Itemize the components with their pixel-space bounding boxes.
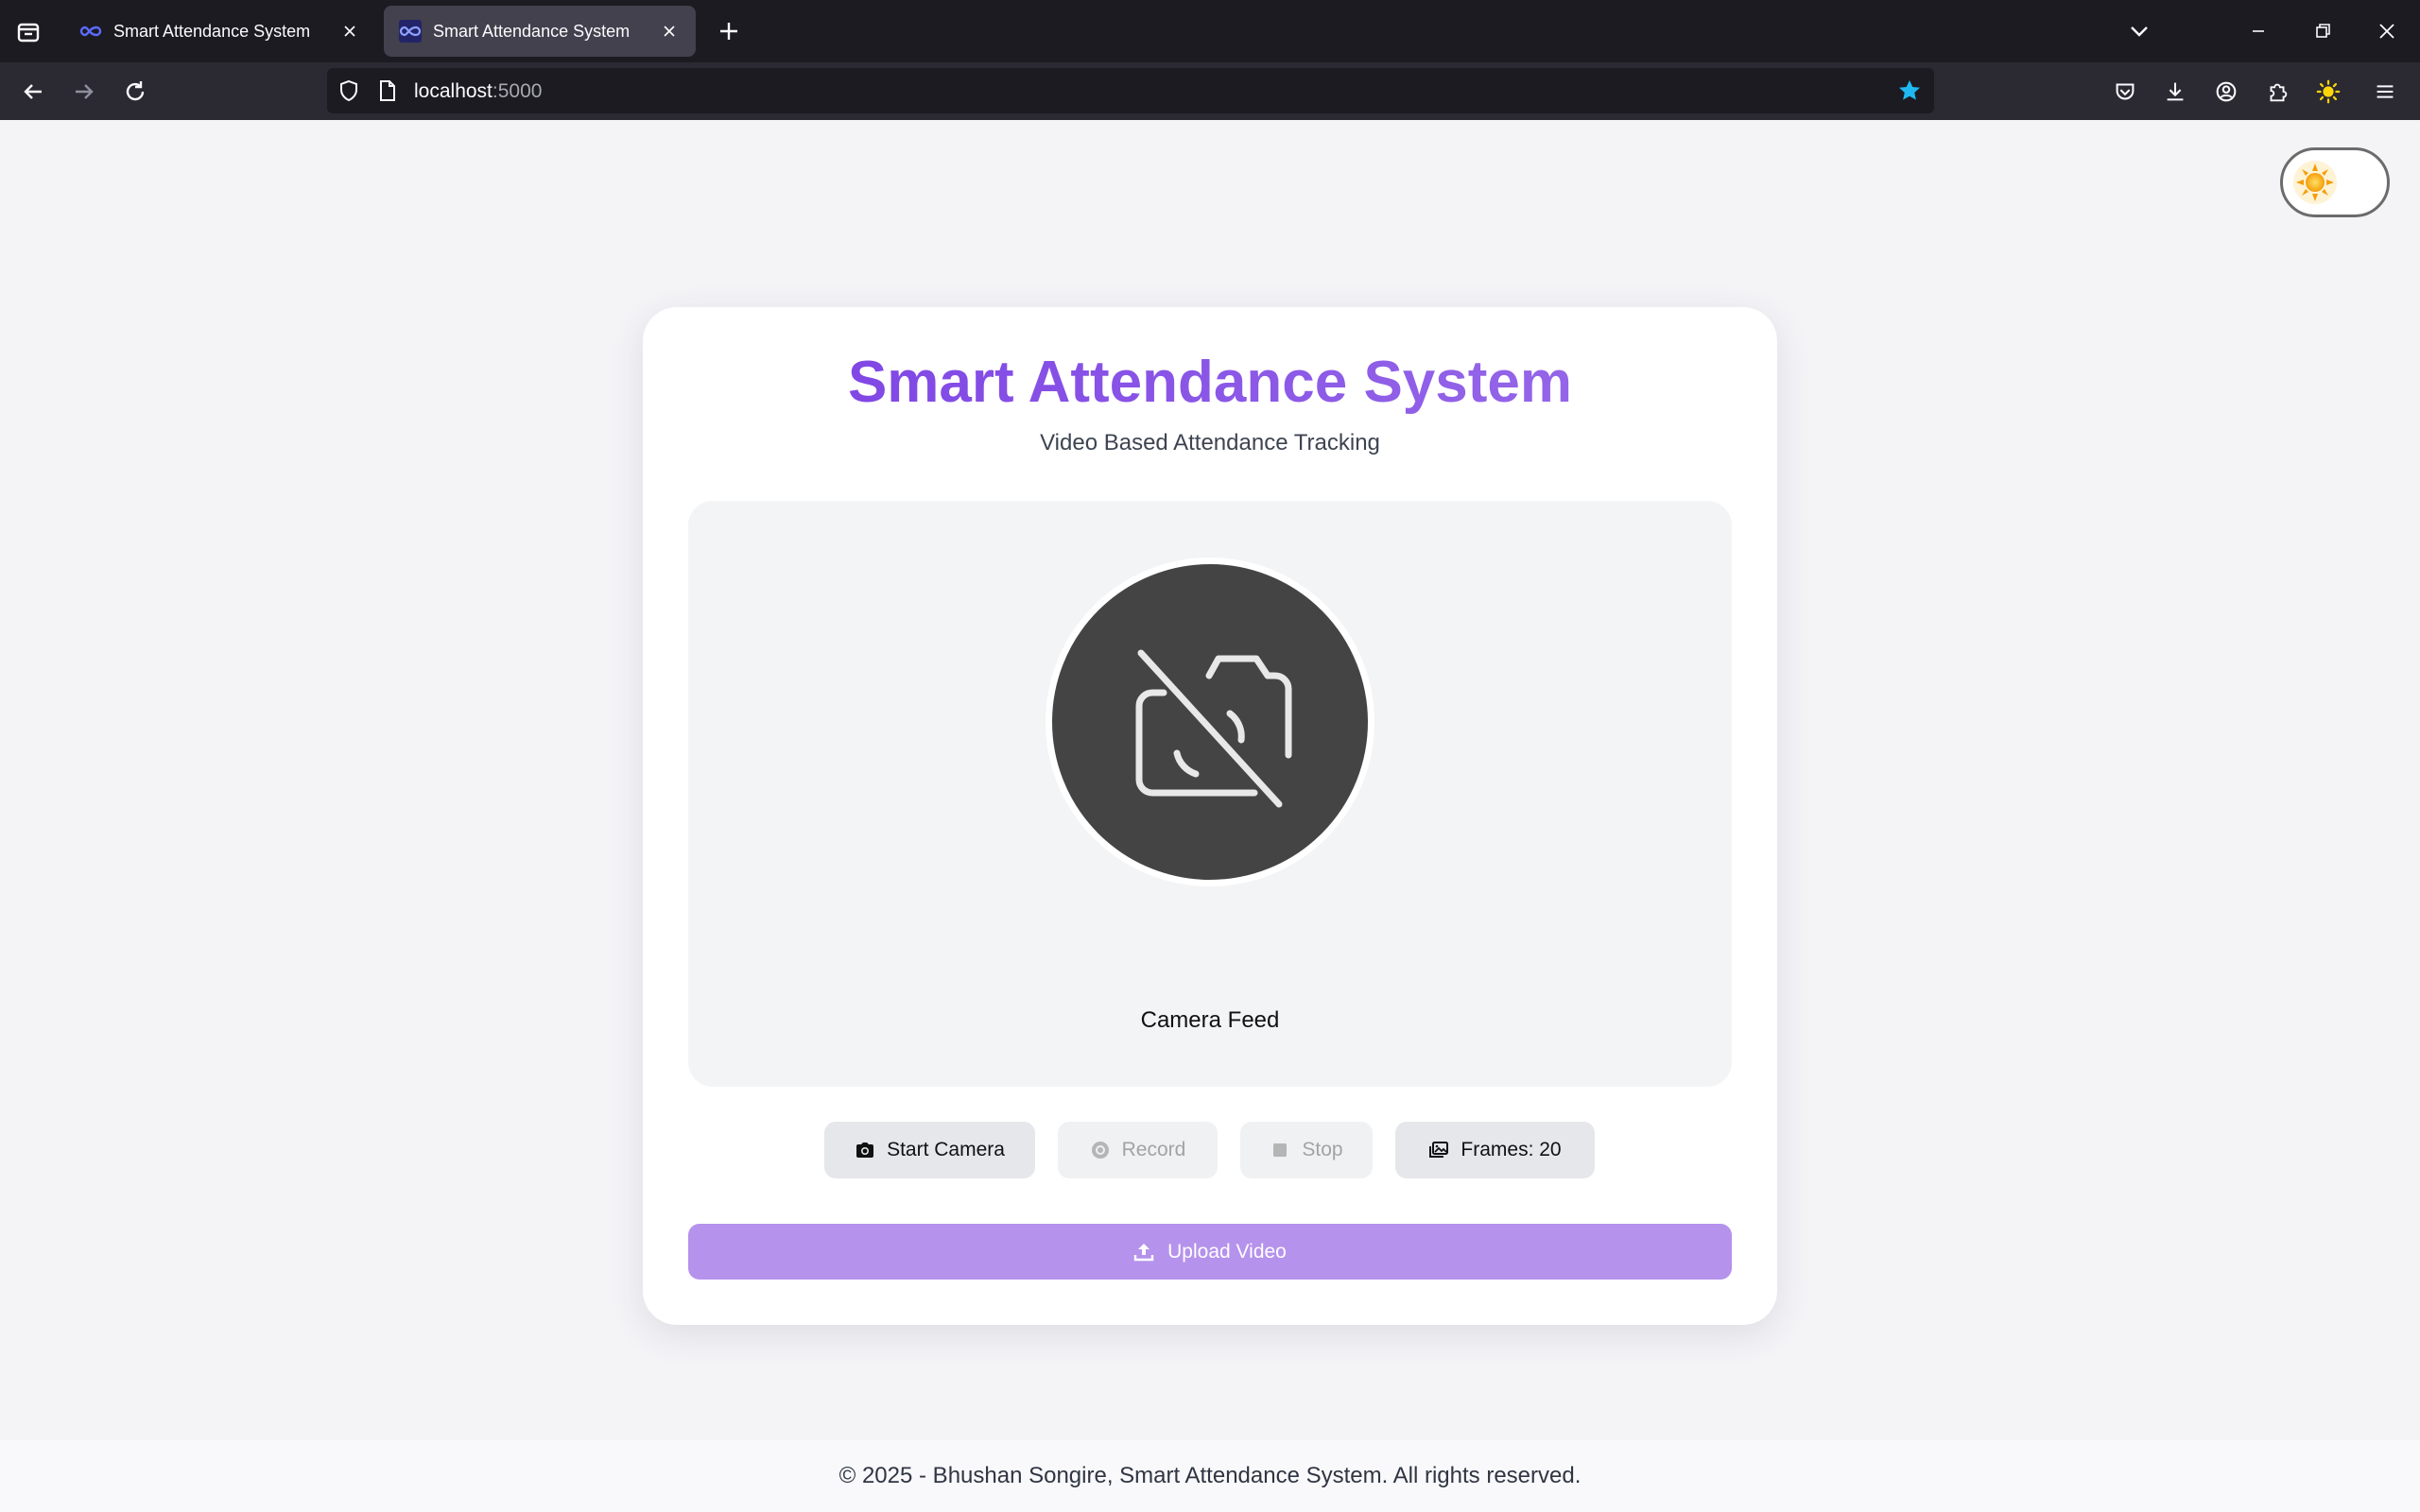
new-tab-icon[interactable] xyxy=(715,17,743,45)
extensions-icon[interactable] xyxy=(2261,76,2293,108)
stop-label: Stop xyxy=(1302,1139,1343,1160)
upload-icon xyxy=(1133,1243,1154,1261)
stop-button[interactable]: Stop xyxy=(1240,1122,1373,1178)
frames-count: Frames: 20 xyxy=(1461,1139,1562,1160)
upload-video-label: Upload Video xyxy=(1167,1240,1287,1263)
pocket-icon[interactable] xyxy=(2109,76,2141,108)
url-bar[interactable]: localhost:5000 xyxy=(327,68,1934,113)
camera-controls: Start Camera Record Stop Frames: 20 xyxy=(643,1122,1777,1178)
camera-placeholder xyxy=(1046,558,1374,886)
record-icon xyxy=(1091,1142,1109,1159)
infinity-icon xyxy=(79,26,102,37)
url-text: localhost:5000 xyxy=(414,80,542,103)
images-icon xyxy=(1429,1142,1449,1158)
restore-icon[interactable] xyxy=(2308,17,2337,45)
footer-text: © 2025 - Bhushan Songire, Smart Attendan… xyxy=(838,1463,1582,1488)
browser-nav-bar: localhost:5000 xyxy=(0,62,2420,120)
tab-title: Smart Attendance System xyxy=(113,21,311,41)
theme-toggle[interactable] xyxy=(2280,147,2390,217)
back-arrow-icon[interactable] xyxy=(17,76,49,108)
camera-feed: Camera Feed xyxy=(688,501,1732,1087)
page-icon xyxy=(380,80,395,101)
frames-button[interactable]: Frames: 20 xyxy=(1395,1122,1595,1178)
minimize-icon[interactable] xyxy=(2244,17,2273,45)
browser-tab-2[interactable]: Smart Attendance System xyxy=(384,6,696,57)
browser-tab-bar: Smart Attendance System Smart Attendance… xyxy=(0,0,2420,62)
close-tab-icon[interactable] xyxy=(658,20,681,43)
browser-tab-1[interactable]: Smart Attendance System xyxy=(64,6,376,57)
close-tab-icon[interactable] xyxy=(338,20,361,43)
page-title: Smart Attendance System xyxy=(643,349,1777,416)
record-button[interactable]: Record xyxy=(1058,1122,1218,1178)
tab-title: Smart Attendance System xyxy=(433,21,631,41)
menu-icon[interactable] xyxy=(2369,76,2401,108)
sun-icon xyxy=(2293,161,2337,204)
infinity-icon xyxy=(399,20,422,43)
camera-feed-label: Camera Feed xyxy=(1140,1007,1280,1033)
tab-list-icon[interactable] xyxy=(13,17,43,47)
stop-icon xyxy=(1273,1143,1288,1157)
chevron-down-icon[interactable] xyxy=(2125,17,2153,45)
page-footer: © 2025 - Bhushan Songire, Smart Attendan… xyxy=(0,1440,2420,1512)
reload-icon[interactable] xyxy=(119,76,151,108)
forward-arrow-icon[interactable] xyxy=(68,76,100,108)
url-port: :5000 xyxy=(492,80,543,102)
record-label: Record xyxy=(1121,1139,1186,1160)
start-camera-button[interactable]: Start Camera xyxy=(824,1122,1035,1178)
close-window-icon[interactable] xyxy=(2373,17,2401,45)
sun-theme-icon[interactable] xyxy=(2312,76,2344,108)
bookmark-star-icon[interactable] xyxy=(1896,77,1923,104)
page-subtitle: Video Based Attendance Tracking xyxy=(1040,430,1380,455)
shield-icon[interactable] xyxy=(337,78,361,103)
account-icon[interactable] xyxy=(2210,76,2242,108)
camera-off-icon xyxy=(1135,649,1292,808)
start-camera-label: Start Camera xyxy=(887,1139,1005,1160)
download-icon[interactable] xyxy=(2159,76,2191,108)
url-host: localhost xyxy=(414,80,493,102)
attendance-card: Smart Attendance System Video Based Atte… xyxy=(643,307,1777,1325)
camera-icon xyxy=(856,1143,874,1158)
upload-video-button[interactable]: Upload Video xyxy=(688,1224,1732,1280)
